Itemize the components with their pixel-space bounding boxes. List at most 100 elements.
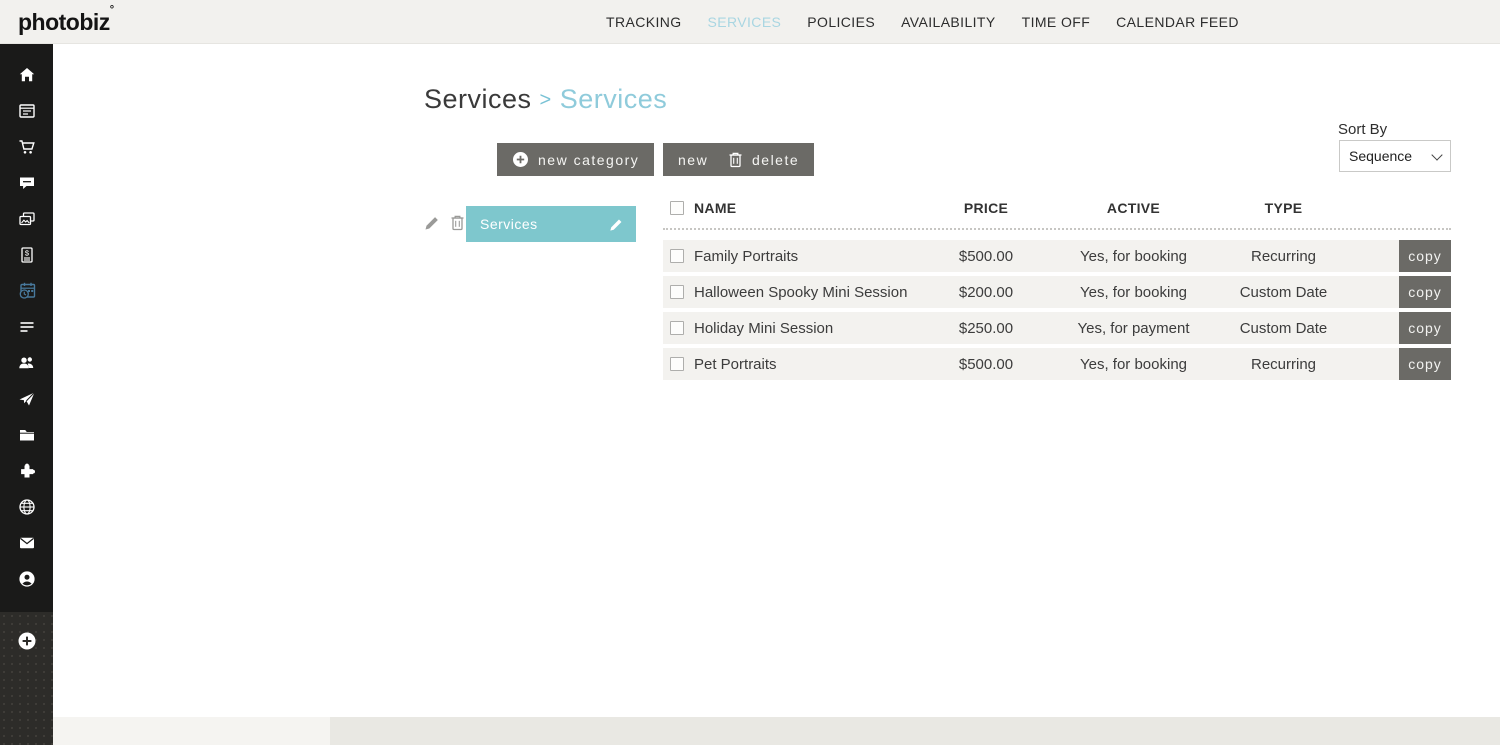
column-header-price: PRICE [911,200,1061,216]
row-checkbox[interactable] [670,357,684,371]
service-type: Custom Date [1206,320,1361,337]
sidebar-item-mail[interactable] [0,525,53,561]
table-row-holiday-mini-session[interactable]: Holiday Mini Session $250.00 Yes, for pa… [663,312,1451,344]
services-table-header: NAME PRICE ACTIVE TYPE [663,195,1451,221]
service-name: Pet Portraits [694,356,911,373]
delete-label: delete [752,152,799,168]
table-row-halloween-spooky-mini-session[interactable]: Halloween Spooky Mini Session $200.00 Ye… [663,276,1451,308]
sidebar-item-store[interactable] [0,129,53,165]
nav-services[interactable]: SERVICES [708,14,782,30]
nav-availability[interactable]: AVAILABILITY [901,14,996,30]
column-header-active: ACTIVE [1061,200,1206,216]
mail-icon [17,533,37,553]
nav-time-off[interactable]: TIME OFF [1022,14,1091,30]
new-label: new [678,152,708,168]
service-active: Yes, for booking [1061,248,1206,265]
category-tools [424,214,465,231]
sidebar-item-addons[interactable] [0,453,53,489]
breadcrumb-current-page: Services [560,84,668,114]
sort-by-label: Sort By [1338,121,1387,138]
sidebar-item-lists[interactable] [0,309,53,345]
sort-by-dropdown-wrap: Sequence [1339,140,1451,172]
nav-policies[interactable]: POLICIES [807,14,875,30]
nav-calendar-feed[interactable]: CALENDAR FEED [1116,14,1239,30]
service-price: $250.00 [911,320,1061,337]
copy-button[interactable]: copy [1399,312,1451,344]
service-active: Yes, for booking [1061,356,1206,373]
service-price: $500.00 [911,248,1061,265]
service-type: Recurring [1206,356,1361,373]
plus-icon [512,151,529,168]
globe-icon [17,497,37,517]
edit-pencil-icon[interactable] [609,217,624,232]
svg-text:$: $ [24,249,29,258]
sidebar-item-clients[interactable] [0,345,53,381]
edit-category-pencil-icon[interactable] [424,214,441,231]
home-icon [17,65,37,85]
table-header-row: NAME PRICE ACTIVE TYPE [663,195,1451,221]
sidebar-item-pages[interactable] [0,93,53,129]
table-row-pet-portraits[interactable]: Pet Portraits $500.00 Yes, for booking R… [663,348,1451,380]
new-category-button[interactable]: new category [497,143,654,176]
sidebar-item-account[interactable] [0,561,53,597]
service-type: Recurring [1206,248,1361,265]
breadcrumb-separator: > [540,89,552,111]
delete-category-trash-icon[interactable] [450,214,465,231]
sidebar-item-home[interactable] [0,57,53,93]
service-name: Holiday Mini Session [694,320,911,337]
row-checkbox[interactable] [670,321,684,335]
page: photobiz° TRACKING SERVICES POLICIES AVA… [0,0,1500,745]
invoice-icon: $ [17,245,37,265]
cart-icon [17,137,37,157]
breadcrumb: Services > Services [424,84,667,115]
icon-sidebar: $ [0,44,53,745]
column-header-type: TYPE [1206,200,1361,216]
new-category-label: new category [538,152,639,168]
row-checkbox[interactable] [670,249,684,263]
sidebar-item-scheduler[interactable] [0,273,53,309]
delete-button[interactable]: delete [713,143,814,176]
topbar: photobiz° TRACKING SERVICES POLICIES AVA… [0,0,1500,44]
main-content: Services > Services new category new delet… [53,44,1500,745]
copy-button[interactable]: copy [1399,276,1451,308]
footer-right-strip [330,717,1500,745]
logo-mark: ° [110,4,114,16]
table-row-family-portraits[interactable]: Family Portraits $500.00 Yes, for bookin… [663,240,1451,272]
sidebar-add-button[interactable] [0,623,53,659]
category-item-services[interactable]: Services [466,206,636,242]
header-divider [663,228,1451,230]
copy-button[interactable]: copy [1399,240,1451,272]
column-header-name: NAME [694,200,911,216]
account-icon [17,569,37,589]
list-icon [17,317,37,337]
service-name: Family Portraits [694,248,911,265]
select-all-checkbox[interactable] [670,201,684,215]
copy-button[interactable]: copy [1399,348,1451,380]
service-price: $200.00 [911,284,1061,301]
nav-tracking[interactable]: TRACKING [606,14,682,30]
sidebar-item-messages[interactable] [0,165,53,201]
row-checkbox[interactable] [670,285,684,299]
service-active: Yes, for payment [1061,320,1206,337]
photos-icon [17,209,37,229]
users-icon [17,353,37,373]
sort-by-select[interactable]: Sequence [1339,140,1451,172]
sidebar-item-domains[interactable] [0,489,53,525]
services-table-body: Family Portraits $500.00 Yes, for bookin… [663,240,1451,384]
folder-icon [17,425,37,445]
service-type: Custom Date [1206,284,1361,301]
footer-left-strip [53,717,330,745]
category-name: Services [480,216,609,232]
sidebar-item-invoices[interactable]: $ [0,237,53,273]
sidebar-item-files[interactable] [0,417,53,453]
plus-circle-icon [16,630,38,652]
sidebar-item-portfolio[interactable] [0,201,53,237]
service-active: Yes, for booking [1061,284,1206,301]
send-plane-icon [17,389,37,409]
photobiz-logo[interactable]: photobiz° [18,9,114,36]
breadcrumb-section[interactable]: Services [424,84,532,114]
service-price: $500.00 [911,356,1061,373]
sidebar-item-marketing[interactable] [0,381,53,417]
logo-text: photobiz [18,9,110,35]
top-navigation: TRACKING SERVICES POLICIES AVAILABILITY … [606,0,1239,44]
